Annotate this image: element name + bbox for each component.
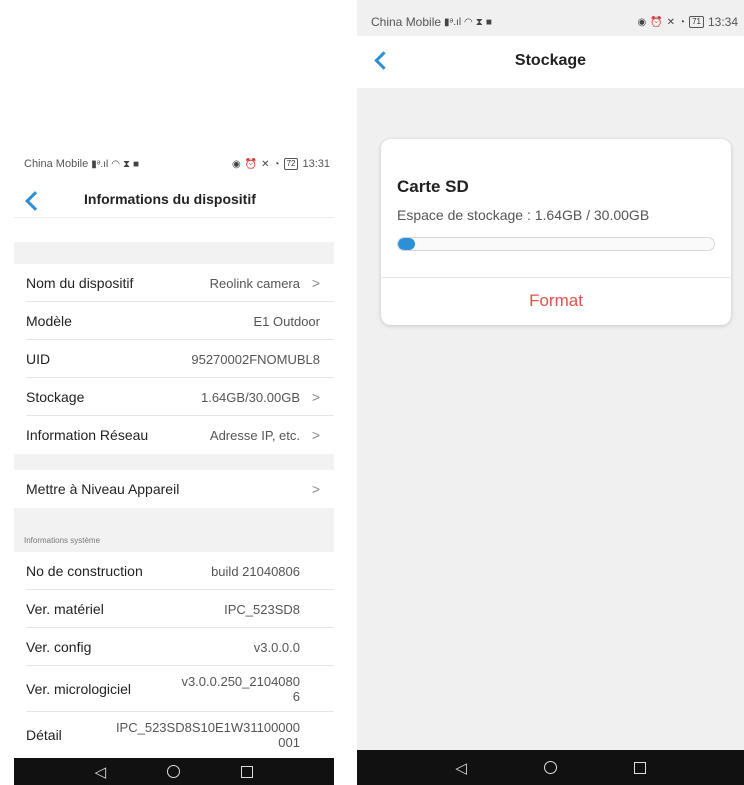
row-value: IPC_523SD8S10E1W31100000 001 bbox=[116, 720, 300, 750]
row-value: build 21040806 bbox=[211, 563, 300, 579]
chevron-right-icon: > bbox=[311, 275, 320, 291]
status-carrier-group: China Mobile ▮ᵊ.ıl ◠ ⧗ ■ bbox=[371, 15, 492, 29]
nav-home-icon[interactable] bbox=[543, 761, 557, 774]
row-value: 1.64GB/30.00GB bbox=[200, 389, 300, 405]
row-label: Modèle bbox=[26, 313, 72, 329]
nav-recents-icon[interactable] bbox=[633, 761, 646, 774]
back-arrow-icon[interactable] bbox=[25, 191, 45, 211]
row-label: Mettre à Niveau Appareil bbox=[26, 481, 180, 497]
row-firmware-version: Ver. micrologiciel v3.0.0.250_2104080 6 bbox=[14, 666, 334, 712]
signal-icon: ▮ᵊ.ıl bbox=[91, 158, 109, 170]
sd-card-panel: Carte SD Espace de stockage : 1.64GB / 3… bbox=[381, 139, 731, 325]
notification-icon: ■ bbox=[485, 16, 492, 28]
mute-icon: ✕ bbox=[261, 158, 270, 170]
row-detail: Détail IPC_523SD8S10E1W31100000 001 bbox=[14, 712, 334, 758]
sd-card-title: Carte SD bbox=[397, 177, 469, 196]
signal-icon: ▮ᵊ.ıl bbox=[444, 16, 462, 28]
row-value: v3.0.0.250_2104080 6 bbox=[181, 674, 300, 704]
eye-icon: ◉ bbox=[637, 16, 647, 28]
nav-back-icon[interactable]: ◁ bbox=[95, 763, 107, 781]
format-button[interactable]: Format bbox=[381, 277, 731, 325]
storage-space-text: Espace de stockage : 1.64GB / 30.00GB bbox=[397, 207, 650, 223]
status-bar: China Mobile ▮ᵊ.ıl ◠ ⧗ ■ ◉ ⏰ ✕ ◔ 72 13:3… bbox=[14, 152, 334, 176]
section-label-system: Informations système bbox=[24, 536, 101, 545]
speed-icon: ◔ bbox=[273, 158, 280, 170]
storage-screen: China Mobile ▮ᵊ.ıl ◠ ⧗ ■ ◉ ⏰ ✕ ◔ 71 13:3… bbox=[357, 0, 744, 785]
carrier-label: China Mobile bbox=[24, 158, 89, 170]
system-nav-bar: ◁ bbox=[14, 758, 334, 785]
device-info-screen: China Mobile ▮ᵊ.ıl ◠ ⧗ ■ ◉ ⏰ ✕ ◔ 72 13:3… bbox=[14, 152, 334, 785]
row-label: Détail bbox=[26, 727, 62, 743]
system-nav-bar: ◁ bbox=[357, 750, 744, 785]
page-title: Informations du dispositif bbox=[84, 191, 256, 207]
nav-recents-icon[interactable] bbox=[241, 765, 254, 778]
row-model: Modèle E1 Outdoor bbox=[14, 302, 334, 340]
row-value-line: v3.0.0.250_2104080 bbox=[181, 674, 300, 689]
row-label: Ver. micrologiciel bbox=[26, 681, 132, 697]
chevron-right-icon: > bbox=[311, 427, 320, 443]
battery-icon: 72 bbox=[283, 158, 299, 170]
app-header: Informations du dispositif bbox=[14, 182, 334, 218]
nav-home-icon[interactable] bbox=[167, 765, 181, 778]
row-label: No de construction bbox=[26, 563, 143, 579]
hourglass-icon: ⧗ bbox=[122, 158, 130, 170]
alarm-icon: ⏰ bbox=[244, 158, 258, 170]
status-right-group: ◉ ⏰ ✕ ◔ 71 13:34 bbox=[637, 15, 738, 29]
storage-progress-bar bbox=[397, 237, 715, 251]
chevron-right-icon: > bbox=[311, 389, 320, 405]
app-header: Stockage bbox=[357, 36, 744, 88]
status-right-group: ◉ ⏰ ✕ ◔ 72 13:31 bbox=[232, 158, 330, 170]
notification-icon: ■ bbox=[132, 158, 140, 170]
chevron-right-icon: > bbox=[311, 481, 320, 497]
row-network-info[interactable]: Information Réseau Adresse IP, etc. > bbox=[14, 416, 334, 454]
page-title: Stockage bbox=[514, 52, 587, 69]
row-label: Information Réseau bbox=[26, 427, 149, 443]
mute-icon: ✕ bbox=[666, 16, 676, 28]
row-label: Ver. matériel bbox=[26, 601, 104, 617]
battery-icon: 71 bbox=[689, 16, 704, 28]
wifi-icon: ◠ bbox=[464, 16, 473, 28]
row-value: E1 Outdoor bbox=[253, 313, 321, 329]
row-uid: UID 95270002FNOMUBL8 bbox=[14, 340, 334, 378]
status-bar: China Mobile ▮ᵊ.ıl ◠ ⧗ ■ ◉ ⏰ ✕ ◔ 71 13:3… bbox=[357, 10, 744, 34]
row-label: Stockage bbox=[26, 389, 85, 405]
row-value-line: IPC_523SD8S10E1W31100000 bbox=[115, 720, 300, 735]
row-upgrade-device[interactable]: Mettre à Niveau Appareil > bbox=[14, 470, 334, 508]
wifi-icon: ◠ bbox=[111, 158, 120, 170]
hourglass-icon: ⧗ bbox=[475, 16, 483, 28]
clock-time: 13:34 bbox=[707, 15, 738, 29]
eye-icon: ◉ bbox=[231, 158, 241, 170]
row-label: Ver. config bbox=[26, 639, 92, 655]
row-build-number: No de construction build 21040806 bbox=[14, 552, 334, 590]
row-storage[interactable]: Stockage 1.64GB/30.00GB > bbox=[14, 378, 334, 416]
row-value: v3.0.0.0 bbox=[253, 639, 300, 655]
section-gap bbox=[14, 242, 334, 264]
carrier-label: China Mobile bbox=[371, 15, 442, 29]
section-gap bbox=[14, 454, 334, 470]
row-value-line: 6 bbox=[292, 689, 300, 704]
speed-icon: ◔ bbox=[679, 16, 686, 28]
row-value: IPC_523SD8 bbox=[224, 601, 300, 617]
row-label: Nom du dispositif bbox=[26, 275, 134, 291]
clock-time: 13:31 bbox=[302, 158, 330, 170]
alarm-icon: ⏰ bbox=[650, 16, 663, 28]
storage-progress-fill bbox=[398, 238, 416, 250]
row-hardware-version: Ver. matériel IPC_523SD8 bbox=[14, 590, 334, 628]
status-carrier-group: China Mobile ▮ᵊ.ıl ◠ ⧗ ■ bbox=[24, 158, 139, 170]
row-device-name[interactable]: Nom du dispositif Reolink camera > bbox=[14, 264, 334, 302]
section-gap: Informations système bbox=[14, 508, 334, 552]
row-label: UID bbox=[26, 351, 51, 367]
row-value: Reolink camera bbox=[209, 275, 300, 291]
row-value: 95270002FNOMUBL8 bbox=[191, 351, 320, 367]
nav-back-icon[interactable]: ◁ bbox=[455, 759, 467, 777]
row-value-line: 001 bbox=[278, 735, 300, 750]
row-value: Adresse IP, etc. bbox=[209, 427, 300, 443]
row-config-version: Ver. config v3.0.0.0 bbox=[14, 628, 334, 666]
